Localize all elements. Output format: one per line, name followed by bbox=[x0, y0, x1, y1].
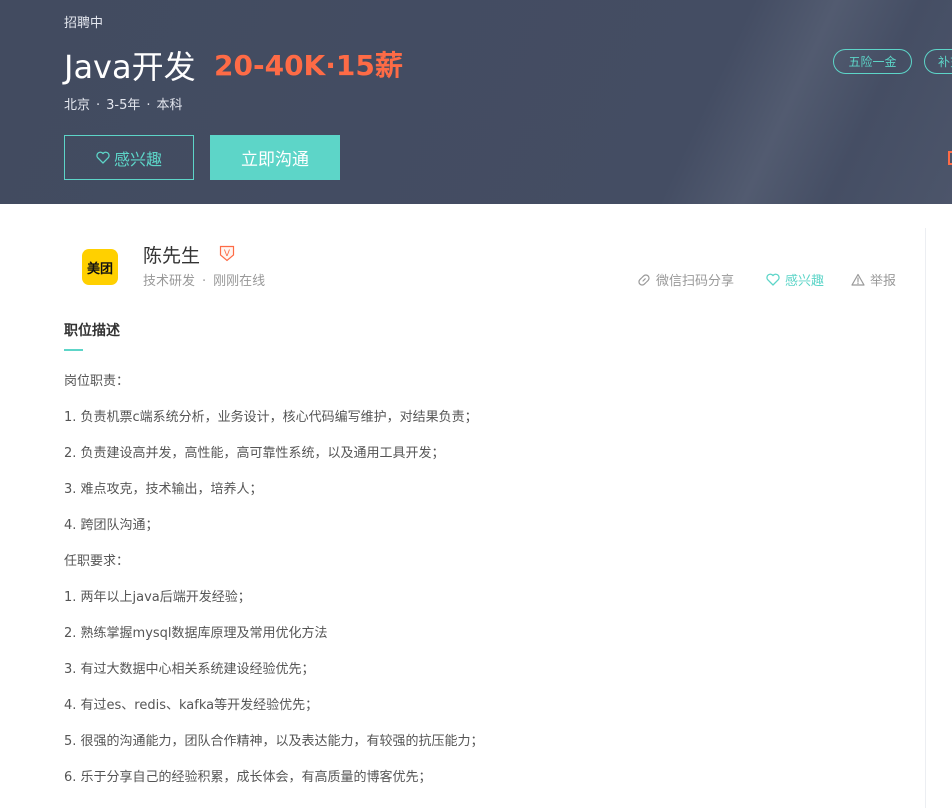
description-line: 6. 乐于分享自己的经验积累，成长体会，有高质量的博客优先； bbox=[64, 770, 432, 785]
heart-icon bbox=[766, 273, 780, 286]
job-city: 北京 bbox=[64, 98, 91, 113]
meta-separator: · bbox=[146, 98, 151, 113]
recruiter-department: 技术研发 bbox=[143, 274, 196, 289]
report-link-label: 举报 bbox=[870, 274, 897, 289]
job-status: 招聘中 bbox=[64, 16, 104, 31]
company-logo-text: 美团 bbox=[86, 261, 113, 277]
benefit-tag-label: 补充医疗保险 bbox=[938, 55, 952, 69]
interest-button-label: 感兴趣 bbox=[113, 149, 162, 169]
share-link-label: 微信扫码分享 bbox=[656, 274, 735, 289]
recruiter-status: 刚刚在线 bbox=[213, 274, 266, 289]
description-line: 3. 有过大数据中心相关系统建设经验优先； bbox=[64, 662, 315, 677]
job-experience: 3-5年 bbox=[106, 98, 141, 113]
job-header: 招聘中 Java开发 20-40K·15薪 北京 · 3-5年 · 本科 感兴趣 立即沟… bbox=[0, 0, 952, 204]
description-line: 任职要求： bbox=[64, 554, 130, 569]
section-title: 职位描述 bbox=[64, 323, 120, 339]
description-line: 5. 很强的沟通能力，团队合作精神，以及表达能力，有较强的抗压能力； bbox=[64, 734, 484, 749]
benefit-tag: 补充医疗保险 bbox=[924, 49, 952, 74]
meta-separator: · bbox=[96, 98, 101, 113]
bracket-icon bbox=[948, 151, 952, 165]
description-line: 2. 负责建设高并发，高性能，高可靠性系统，以及通用工具开发； bbox=[64, 446, 445, 461]
verified-badge-label: V bbox=[224, 249, 231, 259]
share-link[interactable]: 微信扫码分享 bbox=[637, 270, 734, 289]
description-line: 岗位职责： bbox=[64, 374, 130, 389]
description-line: 2. 熟练掌握mysql数据库原理及常用优化方法 bbox=[64, 626, 328, 641]
link-icon bbox=[637, 273, 651, 287]
job-salary: 20-40K·15薪 bbox=[214, 49, 403, 82]
chat-now-button-label: 立即沟通 bbox=[241, 150, 309, 170]
benefit-tag-label: 五险一金 bbox=[848, 55, 897, 69]
chat-now-button[interactable]: 立即沟通 bbox=[210, 135, 340, 180]
benefit-tag: 五险一金 bbox=[833, 49, 912, 74]
job-degree: 本科 bbox=[156, 98, 183, 113]
verified-badge-icon: V bbox=[219, 245, 235, 262]
interest-link[interactable]: 感兴趣 bbox=[766, 270, 824, 289]
description-line: 1. 负责机票c端系统分析，业务设计，核心代码编写维护，对结果负责； bbox=[64, 410, 478, 425]
job-title: Java开发 bbox=[64, 48, 196, 86]
company-logo[interactable]: 美团 bbox=[82, 249, 118, 285]
section-underline bbox=[64, 349, 83, 351]
description-line: 3. 难点攻克，技术输出，培养人； bbox=[64, 482, 263, 497]
job-meta: 北京 · 3-5年 · 本科 bbox=[64, 94, 183, 113]
warning-icon bbox=[851, 273, 865, 286]
recruiter-meta: 技术研发 · 刚刚在线 bbox=[143, 270, 265, 289]
meta-separator: · bbox=[202, 274, 207, 289]
interest-link-label: 感兴趣 bbox=[785, 274, 825, 289]
sidebar-divider bbox=[925, 228, 926, 808]
job-description: 岗位职责： 1. 负责机票c端系统分析，业务设计，核心代码编写维护，对结果负责；… bbox=[64, 371, 904, 803]
heart-icon bbox=[96, 151, 110, 164]
recruiter-name: 陈先生 bbox=[143, 245, 201, 267]
description-line: 1. 两年以上java后端开发经验； bbox=[64, 590, 251, 605]
description-line: 4. 有过es、redis、kafka等开发经验优先； bbox=[64, 698, 319, 713]
description-line: 4. 跨团队沟通； bbox=[64, 518, 159, 533]
interest-button[interactable]: 感兴趣 bbox=[64, 135, 194, 180]
report-link[interactable]: 举报 bbox=[851, 270, 896, 289]
job-detail-card: 美团 陈先生 V 技术研发 · 刚刚在线 微信扫码分享 感兴趣 举报 职位描述 岗位… bbox=[0, 204, 952, 808]
